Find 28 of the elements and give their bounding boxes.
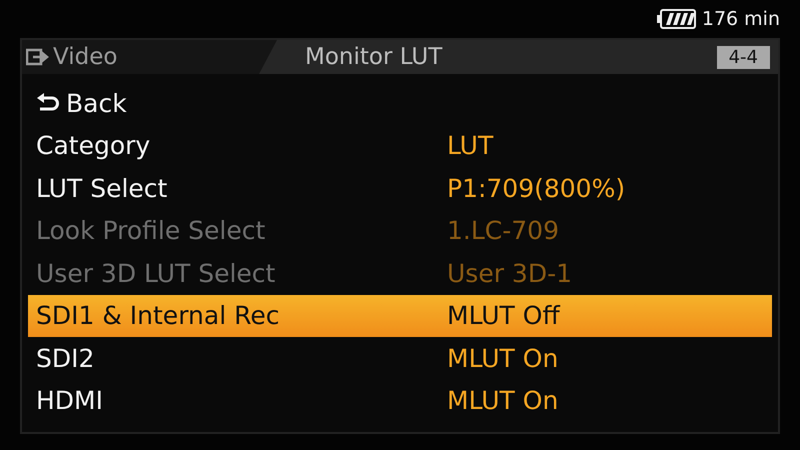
parent-menu-label: Video <box>53 44 118 70</box>
setting-label: Look Profile Select <box>36 216 266 246</box>
setting-value: P1:709(800%) <box>447 174 626 203</box>
menu-item[interactable]: SDI2 MLUT On <box>28 337 772 380</box>
setting-value: MLUT On <box>447 344 558 373</box>
setting-label: User 3D LUT Select <box>36 258 276 288</box>
parent-menu-tab[interactable]: Video <box>22 40 277 74</box>
setting-label: HDMI <box>36 386 104 416</box>
menu-item[interactable]: LUT Select P1:709(800%) <box>28 167 772 210</box>
setting-label: SDI1 & Internal Rec <box>36 301 280 330</box>
menu-item[interactable]: HDMI MLUT On <box>28 380 772 422</box>
setting-value: LUT <box>447 131 494 160</box>
battery-icon <box>656 9 697 29</box>
setting-value: 1.LC-709 <box>447 216 559 246</box>
setting-label: SDI2 <box>36 344 96 373</box>
setting-label: Category <box>36 131 152 160</box>
page-indicator: 4-4 <box>716 46 770 68</box>
back-menu-item[interactable]: Back <box>28 82 772 124</box>
setting-value: MLUT Off <box>447 301 560 330</box>
menu-item[interactable]: SDI1 & Internal Rec MLUT Off <box>28 294 772 337</box>
setting-value: User 3D-1 <box>447 258 572 288</box>
exit-icon <box>26 48 50 66</box>
remaining-time: 176 min <box>702 8 780 30</box>
menu-item[interactable]: Category LUT <box>28 124 772 167</box>
back-label: Back <box>66 88 128 118</box>
setting-value: MLUT On <box>447 386 558 416</box>
menu-title: Monitor LUT <box>305 44 444 70</box>
setting-label: LUT Select <box>36 174 168 203</box>
